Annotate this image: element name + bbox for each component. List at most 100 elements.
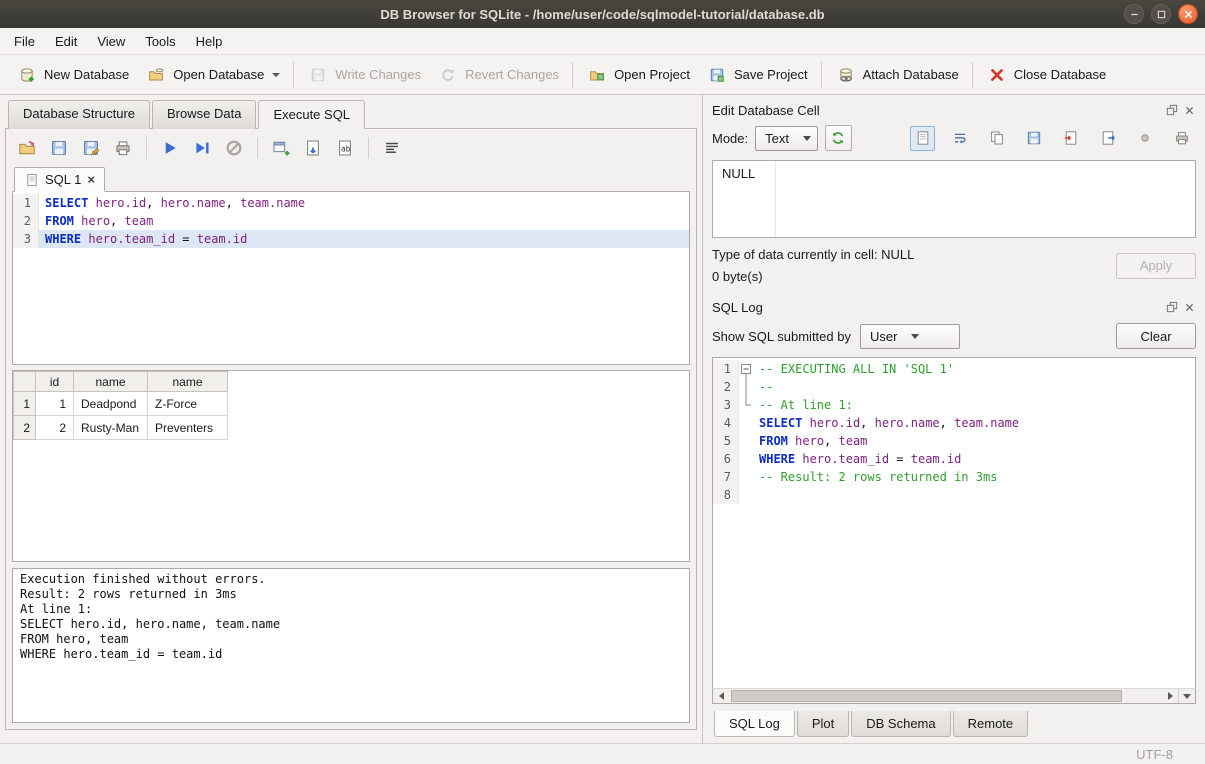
float-panel-icon[interactable]: [1165, 301, 1178, 314]
menu-file[interactable]: File: [4, 28, 45, 54]
table-cell[interactable]: Rusty-Man: [74, 416, 148, 440]
attach-database-button[interactable]: Attach Database: [827, 58, 967, 92]
import-data-icon[interactable]: [1058, 126, 1083, 151]
code-line: 2--: [713, 378, 1195, 396]
scrollbar-track[interactable]: [729, 689, 1162, 703]
column-header-name-1[interactable]: name: [74, 372, 148, 392]
print-sql-icon[interactable]: [112, 137, 134, 159]
code-text: SELECT hero.id, hero.name, team.name: [753, 414, 1195, 432]
menu-help[interactable]: Help: [186, 28, 233, 54]
import-refresh-icon: [827, 127, 849, 149]
save-cell-icon[interactable]: [1021, 126, 1046, 151]
menu-edit[interactable]: Edit: [45, 28, 87, 54]
open-sql-file-icon[interactable]: [16, 137, 38, 159]
sql-tab-label: SQL 1: [45, 172, 81, 187]
code-line: 2FROM hero, team: [13, 212, 689, 230]
save-sql-file-icon[interactable]: [48, 137, 70, 159]
table-row: 22Rusty-ManPreventers: [14, 416, 228, 440]
table-cell[interactable]: Preventers: [148, 416, 228, 440]
code-text: -- EXECUTING ALL IN 'SQL 1': [753, 360, 1195, 378]
word-wrap-icon[interactable]: [947, 126, 972, 151]
code-text: FROM hero, team: [39, 212, 689, 230]
table-cell[interactable]: 2: [36, 416, 74, 440]
open-project-button[interactable]: Open Project: [578, 58, 698, 92]
tab-database-structure[interactable]: Database Structure: [8, 100, 150, 129]
right-dock-area: Edit Database Cell Mode: Text NULL: [702, 95, 1205, 743]
cell-size-text: 0 byte(s): [712, 269, 1116, 284]
minimize-window-icon[interactable]: [1124, 4, 1144, 24]
toggle-results-icon[interactable]: [381, 137, 403, 159]
print-cell-icon[interactable]: [1169, 126, 1194, 151]
scrollbar-thumb[interactable]: [731, 690, 1122, 702]
execute-all-icon[interactable]: [159, 137, 181, 159]
sql-tab-sql1[interactable]: SQL 1 ×: [14, 167, 105, 192]
sql-log-editor[interactable]: 1-- EXECUTING ALL IN 'SQL 1'2--3-- At li…: [712, 357, 1196, 688]
tab-execute-sql[interactable]: Execute SQL: [258, 100, 365, 129]
dock-tab-plot[interactable]: Plot: [797, 711, 849, 737]
cell-editor-divider: [775, 161, 776, 237]
results-table: idnamename 11DeadpondZ-Force22Rusty-ManP…: [13, 371, 228, 440]
menu-view[interactable]: View: [87, 28, 135, 54]
export-sql-icon[interactable]: [302, 137, 324, 159]
set-null-icon[interactable]: [1132, 126, 1157, 151]
new-database-button[interactable]: New Database: [8, 58, 137, 92]
save-sql-as-icon[interactable]: [80, 137, 102, 159]
save-project-button[interactable]: Save Project: [698, 58, 816, 92]
toolbar-button-label: New Database: [44, 67, 129, 82]
export-data-icon[interactable]: [1095, 126, 1120, 151]
dock-tab-db-schema[interactable]: DB Schema: [851, 711, 950, 737]
execution-output[interactable]: Execution finished without errors. Resul…: [12, 568, 690, 723]
sql-document-icon: [24, 172, 39, 187]
copy-cell-icon[interactable]: [984, 126, 1009, 151]
toolbar-separator: [821, 62, 822, 88]
text-view-icon[interactable]: [910, 126, 935, 151]
float-panel-icon[interactable]: [1165, 104, 1178, 117]
dock-tab-sql-log[interactable]: SQL Log: [714, 711, 795, 737]
line-number: 5: [713, 432, 739, 450]
maximize-window-icon[interactable]: [1151, 4, 1171, 24]
toolbar-button-label: Attach Database: [863, 67, 959, 82]
table-cell[interactable]: Deadpond: [74, 392, 148, 416]
cell-toolbar: [910, 126, 1196, 151]
bottom-dock-tabbar: SQL LogPlotDB SchemaRemote: [712, 711, 1196, 737]
code-text: --: [753, 378, 1195, 396]
window-title: DB Browser for SQLite - /home/user/code/…: [0, 7, 1205, 22]
scroll-right-arrow[interactable]: [1162, 689, 1178, 703]
stop-icon[interactable]: [223, 137, 245, 159]
auto-update-button[interactable]: [825, 125, 852, 151]
cell-value-editor[interactable]: NULL: [712, 160, 1196, 238]
open-database-button[interactable]: Open Database: [137, 58, 288, 92]
table-cell[interactable]: 1: [36, 392, 74, 416]
close-panel-icon[interactable]: [1183, 104, 1196, 117]
clear-log-button[interactable]: Clear: [1116, 323, 1196, 349]
revert-changes-button[interactable]: Revert Changes: [429, 58, 567, 92]
dock-tab-remote[interactable]: Remote: [953, 711, 1029, 737]
log-filter-select[interactable]: User: [860, 324, 960, 349]
column-header-id-0[interactable]: id: [36, 372, 74, 392]
svg-text:ab: ab: [341, 144, 351, 153]
scroll-down-arrow[interactable]: [1178, 689, 1195, 703]
execute-line-icon[interactable]: [191, 137, 213, 159]
attach-database-icon: [835, 64, 857, 86]
autoformat-icon[interactable]: ab: [334, 137, 356, 159]
column-header-name-2[interactable]: name: [148, 372, 228, 392]
edit-cell-header: Edit Database Cell: [712, 99, 1196, 121]
mode-select[interactable]: Text: [755, 126, 818, 151]
write-changes-button[interactable]: Write Changes: [299, 58, 429, 92]
sql-editor[interactable]: 1SELECT hero.id, hero.name, team.name2FR…: [12, 191, 690, 365]
new-window-icon[interactable]: [270, 137, 292, 159]
menu-tools[interactable]: Tools: [135, 28, 185, 54]
titlebar[interactable]: DB Browser for SQLite - /home/user/code/…: [0, 0, 1205, 28]
close-panel-icon[interactable]: [1183, 301, 1196, 314]
close-window-icon[interactable]: [1178, 4, 1198, 24]
scroll-left-arrow[interactable]: [713, 689, 729, 703]
close-database-button[interactable]: Close Database: [978, 58, 1115, 92]
results-header-row: idnamename: [14, 372, 228, 392]
row-number: 1: [14, 392, 36, 416]
cell-value: NULL: [722, 166, 755, 181]
tab-browse-data[interactable]: Browse Data: [152, 100, 256, 129]
table-cell[interactable]: Z-Force: [148, 392, 228, 416]
close-tab-icon[interactable]: ×: [87, 173, 95, 186]
line-number: 7: [713, 468, 739, 486]
apply-button[interactable]: Apply: [1116, 253, 1196, 279]
